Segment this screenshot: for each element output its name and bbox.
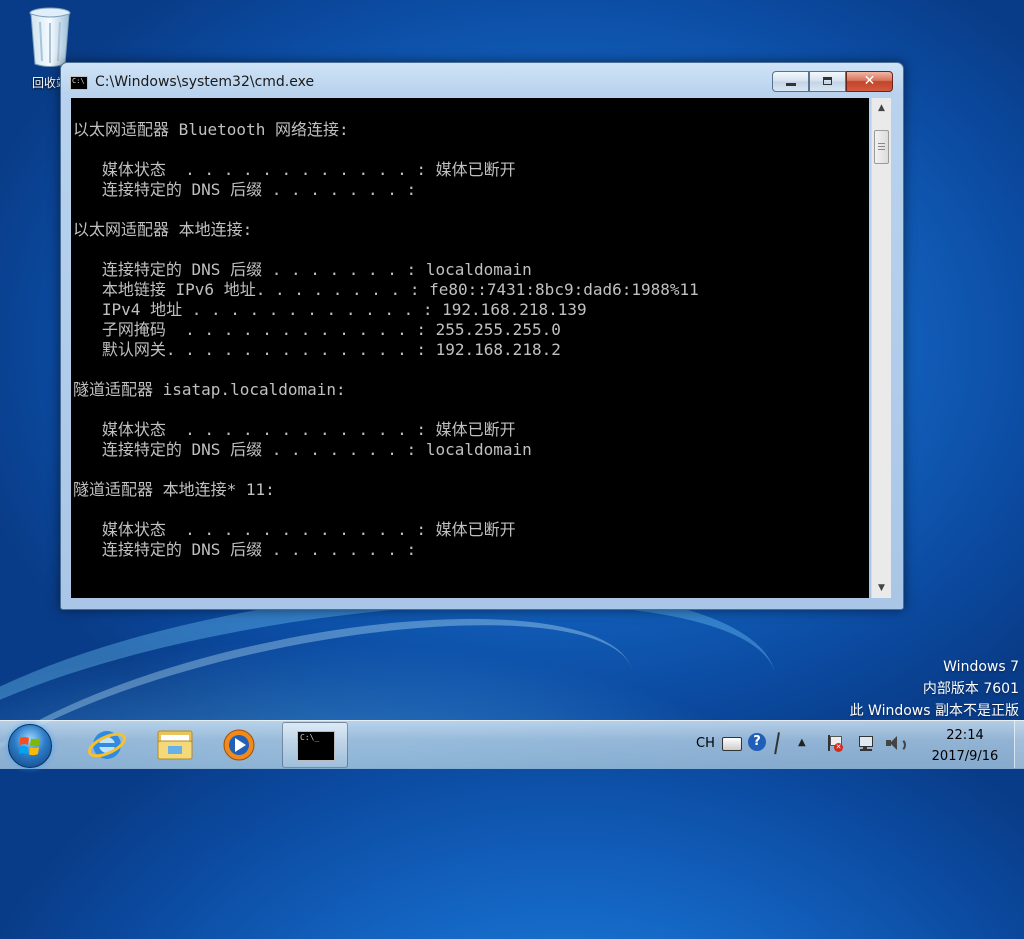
taskbar-media-player[interactable] — [208, 722, 270, 768]
close-icon: ✕ — [863, 73, 876, 89]
console-line: IPv4 地址 . . . . . . . . . . . . : 192.16… — [73, 300, 587, 319]
clock-date: 2017/9/16 — [931, 749, 999, 764]
console-output[interactable]: 以太网适配器 Bluetooth 网络连接: 媒体状态 . . . . . . … — [71, 98, 869, 598]
console-line: 子网掩码 . . . . . . . . . . . . : 255.255.2… — [73, 320, 561, 339]
console-line: 以太网适配器 本地连接: — [73, 220, 253, 239]
console-line: 连接特定的 DNS 后缀 . . . . . . . : localdomain — [73, 260, 532, 279]
watermark-genuine: 此 Windows 副本不是正版 — [849, 703, 1019, 719]
minimize-button[interactable] — [772, 71, 809, 92]
maximize-icon — [823, 77, 832, 85]
taskbar-ie[interactable] — [76, 722, 138, 768]
cmd-icon-text: C:\ — [72, 77, 85, 85]
taskbar: C:\_ CH ? ▲ ✕ — [0, 720, 1024, 769]
scroll-grip — [878, 149, 885, 150]
console-line: 连接特定的 DNS 后缀 . . . . . . . : — [73, 180, 417, 199]
console-line: 隧道适配器 本地连接* 11: — [73, 480, 275, 499]
console-line: 连接特定的 DNS 后缀 . . . . . . . : — [73, 540, 417, 559]
clock-time: 22:14 — [946, 728, 984, 743]
console-line: 本地链接 IPv6 地址. . . . . . . . : fe80::7431… — [73, 280, 699, 299]
windows-logo-icon — [19, 737, 40, 756]
console-line: 媒体状态 . . . . . . . . . . . . : 媒体已断开 — [73, 420, 516, 439]
command-prompt-icon: C:\_ — [297, 731, 335, 761]
watermark-build: 内部版本 7601 — [922, 681, 1019, 697]
scroll-grip — [878, 143, 885, 144]
network-icon[interactable] — [858, 735, 876, 751]
keyboard-icon[interactable] — [722, 737, 742, 751]
language-indicator[interactable]: CH — [696, 736, 715, 751]
minimize-icon — [786, 83, 796, 86]
windows-watermark: Windows 7 内部版本 7601 此 Windows 副本不是正版 — [850, 656, 1019, 722]
vertical-scrollbar[interactable]: ▲ ▼ — [871, 98, 891, 598]
cmd-icon: C:\ — [70, 76, 88, 90]
show-hidden-icons-icon[interactable]: ▲ — [798, 737, 806, 748]
close-button[interactable]: ✕ — [846, 71, 893, 92]
watermark-os: Windows 7 — [943, 659, 1019, 675]
show-desktop-button[interactable] — [1014, 720, 1024, 768]
command-prompt-icon-text: C:\_ — [300, 733, 320, 742]
recycle-bin-icon — [29, 7, 71, 67]
scroll-up-button[interactable]: ▲ — [872, 98, 891, 118]
window-titlebar[interactable]: C:\ C:\Windows\system32\cmd.exe ✕ — [61, 63, 903, 97]
cmd-window[interactable]: C:\ C:\Windows\system32\cmd.exe ✕ 以太网适配器… — [60, 62, 904, 610]
pen-icon[interactable] — [774, 732, 788, 756]
action-center-flag-icon[interactable]: ✕ — [828, 735, 843, 752]
internet-explorer-icon — [87, 731, 127, 759]
scroll-thumb[interactable] — [874, 130, 889, 164]
start-button[interactable] — [8, 724, 52, 768]
window-title: C:\Windows\system32\cmd.exe — [95, 74, 315, 90]
console-line: 以太网适配器 Bluetooth 网络连接: — [73, 120, 349, 139]
taskbar-clock[interactable]: 22:14 2017/9/16 — [920, 725, 1010, 767]
scroll-grip — [878, 146, 885, 147]
taskbar-cmd[interactable]: C:\_ — [282, 722, 348, 768]
console-line: 隧道适配器 isatap.localdomain: — [73, 380, 346, 399]
taskbar-explorer[interactable] — [144, 722, 206, 768]
console-line: 连接特定的 DNS 后缀 . . . . . . . : localdomain — [73, 440, 532, 459]
console-line: 默认网关. . . . . . . . . . . . . : 192.168.… — [73, 340, 561, 359]
console-line: 媒体状态 . . . . . . . . . . . . : 媒体已断开 — [73, 160, 516, 179]
volume-icon[interactable] — [886, 736, 906, 752]
console-line: 媒体状态 . . . . . . . . . . . . : 媒体已断开 — [73, 520, 516, 539]
maximize-button[interactable] — [809, 71, 846, 92]
scroll-down-button[interactable]: ▼ — [872, 578, 891, 598]
media-player-icon — [223, 729, 255, 761]
help-icon[interactable]: ? — [748, 733, 766, 751]
folder-icon — [157, 730, 193, 760]
